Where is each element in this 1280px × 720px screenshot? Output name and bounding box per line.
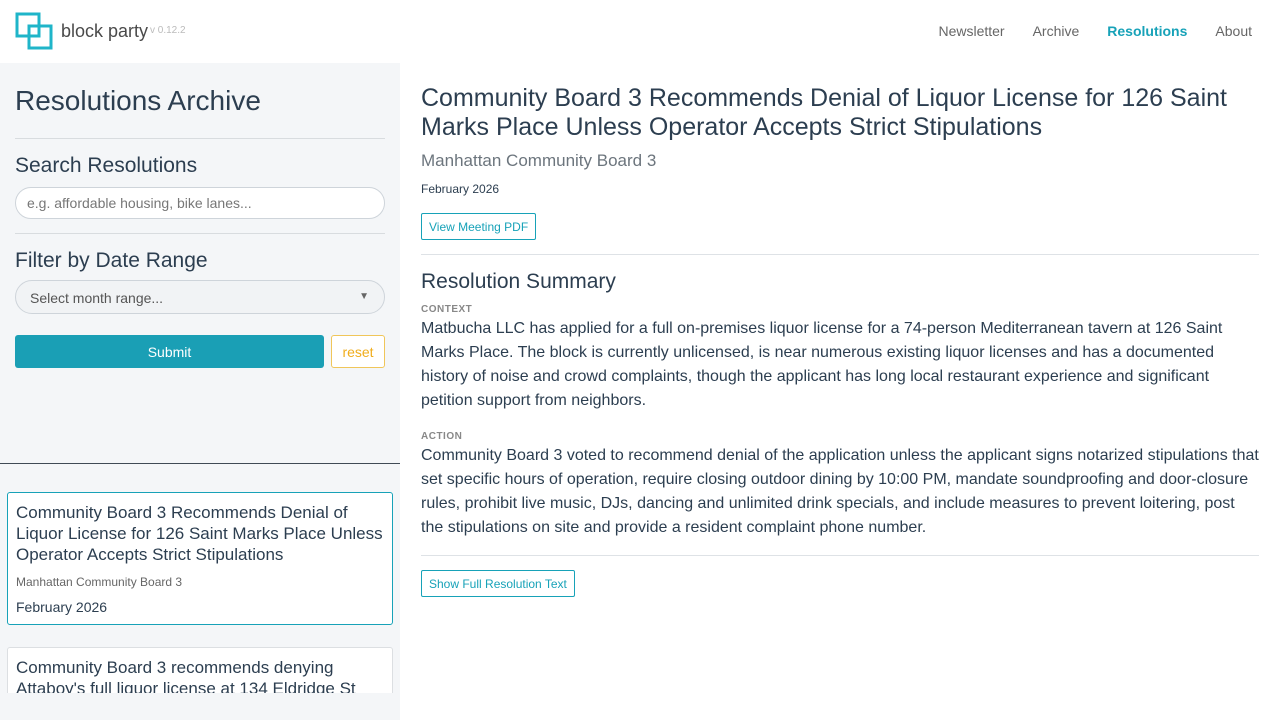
sidebar-title: Resolutions Archive [15,85,261,116]
show-full-text-button[interactable]: Show Full Resolution Text [421,570,575,597]
reset-button[interactable]: reset [331,335,385,368]
date-range-select[interactable]: Select month range... ▼ [15,280,385,314]
result-card-title: Community Board 3 recommends denying Att… [16,658,356,693]
view-pdf-button[interactable]: View Meeting PDF [421,213,537,240]
action-label: ACTION [421,431,463,442]
result-card-org: Manhattan Community Board 3 [16,575,183,589]
divider [15,138,385,139]
action-text: Community Board 3 voted to recommend den… [421,447,1259,536]
date-filter-heading: Filter by Date Range [15,249,208,272]
version-label: v 0.12.2 [150,25,186,36]
result-card-title: Community Board 3 Recommends Denial of L… [16,503,383,564]
divider [421,555,1259,556]
submit-button[interactable]: Submit [15,335,324,368]
context-text: Matbucha LLC has applied for a full on-p… [421,320,1223,409]
resolution-org: Manhattan Community Board 3 [421,151,657,170]
nav-resolutions[interactable]: Resolutions [1107,23,1187,39]
resolution-detail: Community Board 3 Recommends Denial of L… [421,63,1259,720]
divider [15,233,385,234]
nav-archive[interactable]: Archive [1033,23,1080,39]
divider [421,254,1259,255]
block-party-logo-icon[interactable] [15,12,53,50]
summary-heading: Resolution Summary [421,270,616,293]
search-input[interactable] [15,187,385,219]
sidebar-footer-mask [0,693,400,720]
result-card[interactable]: Community Board 3 recommends denying Att… [7,647,393,693]
resolution-title: Community Board 3 Recommends Denial of L… [421,84,1227,141]
brand-name[interactable]: block party [61,21,148,42]
date-range-select-label: Select month range... [30,290,164,306]
main-nav: Newsletter Archive Resolutions About [938,23,1252,39]
resolution-date: February 2026 [421,182,500,196]
chevron-down-icon: ▼ [359,291,369,302]
search-heading: Search Resolutions [15,154,198,177]
nav-newsletter[interactable]: Newsletter [938,23,1004,39]
result-card-date: February 2026 [16,599,108,615]
context-label: CONTEXT [421,304,473,315]
top-navbar: block party v 0.12.2 Newsletter Archive … [0,0,1280,63]
result-card-selected[interactable]: Community Board 3 Recommends Denial of L… [7,492,393,625]
nav-about[interactable]: About [1215,23,1252,39]
results-list: Community Board 3 Recommends Denial of L… [0,464,400,693]
